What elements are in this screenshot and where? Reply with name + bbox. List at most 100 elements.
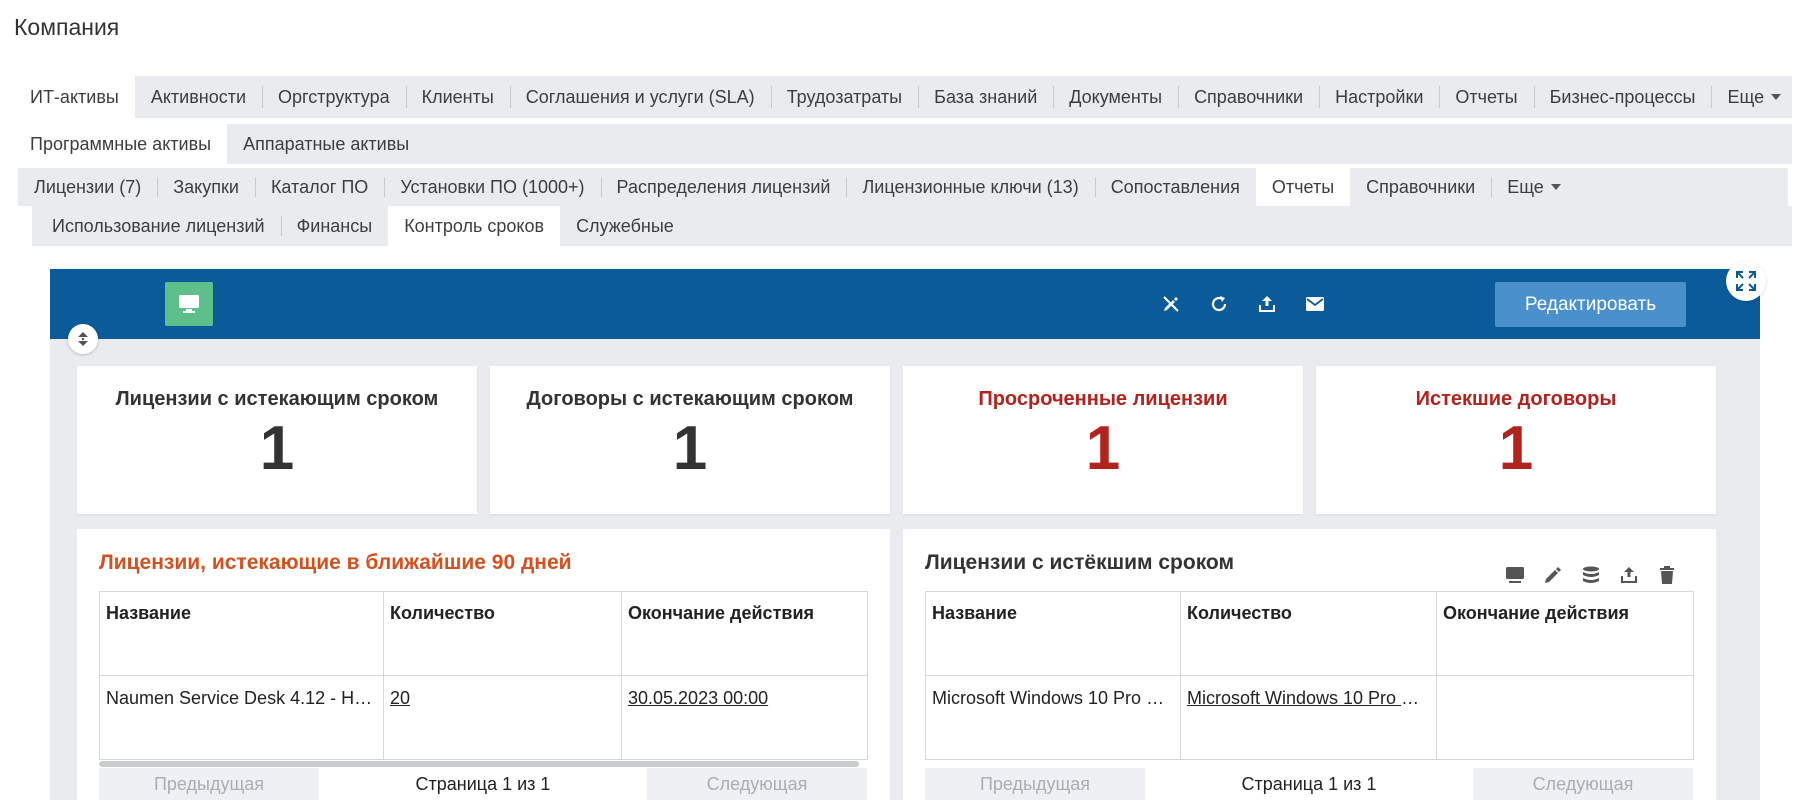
- horizontal-scrollbar[interactable]: [99, 761, 859, 767]
- tab-installations[interactable]: Установки ПО (1000+): [384, 168, 600, 206]
- tab-service[interactable]: Служебные: [560, 206, 690, 246]
- table-cell: Microsoft Windows 10 Pro OEM: [925, 675, 1181, 760]
- column-header[interactable]: Название: [925, 591, 1181, 676]
- kpi-card-expiring-contracts: Договоры с истекающим сроком 1: [490, 366, 890, 514]
- tab-software-catalog[interactable]: Каталог ПО: [254, 168, 384, 206]
- tab-activities[interactable]: Активности: [135, 76, 262, 118]
- tab-label: Справочники: [1194, 86, 1304, 107]
- tab-license-keys[interactable]: Лицензионные ключи (13): [846, 168, 1094, 206]
- tab-label: Клиенты: [421, 86, 494, 107]
- pencil-icon[interactable]: [1541, 563, 1565, 587]
- tab-label: Распределения лицензий: [616, 176, 831, 197]
- mail-icon[interactable]: [1302, 291, 1328, 317]
- tab-license-usage[interactable]: Использование лицензий: [36, 206, 281, 246]
- next-page-button[interactable]: Следующая: [647, 768, 867, 800]
- tab-license-distributions[interactable]: Распределения лицензий: [600, 168, 847, 206]
- tab-label: Лицензионные ключи (13): [862, 176, 1079, 197]
- tab-more[interactable]: Еще: [1711, 76, 1797, 118]
- tab-mappings[interactable]: Сопоставления: [1094, 168, 1256, 206]
- column-header[interactable]: Окончание действия: [621, 591, 868, 676]
- refresh-icon[interactable]: [1206, 291, 1232, 317]
- widget-title: Лицензии с истёкшим сроком: [925, 551, 1235, 574]
- tab-business-processes[interactable]: Бизнес-процессы: [1533, 76, 1712, 118]
- table-row[interactable]: Naumen Service Desk 4.12 - Наименования …: [99, 675, 868, 760]
- reports-panel: Использование лицензий Финансы Контроль …: [32, 206, 1792, 800]
- tab-settings[interactable]: Настройки: [1319, 76, 1439, 118]
- tab-label: База знаний: [934, 86, 1038, 107]
- tab-deadline-control[interactable]: Контроль сроков: [388, 206, 561, 246]
- expired-licenses-table: Название Количество Окончание действия M…: [925, 591, 1694, 760]
- tab-documents[interactable]: Документы: [1053, 76, 1178, 118]
- trash-icon[interactable]: [1655, 563, 1679, 587]
- table-cell: 30.05.2023 00:00: [621, 675, 868, 760]
- tab-directories-sub[interactable]: Справочники: [1350, 168, 1491, 206]
- database-icon[interactable]: [1579, 563, 1603, 587]
- tab-label: Трудозатраты: [786, 86, 903, 107]
- prev-page-button[interactable]: Предыдущая: [99, 768, 319, 800]
- tab-clients[interactable]: Клиенты: [405, 76, 510, 118]
- tab-purchases[interactable]: Закупки: [157, 168, 255, 206]
- software-tabs: Лицензии (7) Закупки Каталог ПО Установк…: [18, 168, 1788, 206]
- tab-label: Программные активы: [30, 133, 212, 154]
- cell-link[interactable]: 20: [390, 688, 410, 708]
- dashboard: Редактировать Лицензии с истекающим срок…: [50, 261, 1766, 800]
- tab-label: Служебные: [576, 215, 674, 236]
- monitor-icon[interactable]: [1503, 563, 1527, 587]
- tab-sla[interactable]: Соглашения и услуги (SLA): [509, 76, 771, 118]
- edit-button[interactable]: Редактировать: [1495, 282, 1686, 327]
- tab-finance[interactable]: Финансы: [280, 206, 389, 246]
- tab-software-assets[interactable]: Программные активы: [14, 124, 228, 164]
- tab-more-sub[interactable]: Еще: [1491, 168, 1577, 206]
- export-icon[interactable]: [1254, 291, 1280, 317]
- tab-reports[interactable]: Отчеты: [1439, 76, 1533, 118]
- kpi-label: Истекшие договоры: [1415, 388, 1617, 410]
- column-header[interactable]: Название: [99, 591, 384, 676]
- page-title: Компания: [14, 14, 120, 40]
- page-info: Страница 1 из 1: [319, 768, 647, 800]
- column-header[interactable]: Окончание действия: [1436, 591, 1694, 676]
- page-info: Страница 1 из 1: [1145, 768, 1473, 800]
- widget-title: Лицензии, истекающие в ближайшие 90 дней: [99, 551, 572, 574]
- tab-label: Еще: [1507, 176, 1544, 197]
- prev-page-button[interactable]: Предыдущая: [925, 768, 1145, 800]
- tab-licenses[interactable]: Лицензии (7): [18, 168, 157, 206]
- kpi-label: Лицензии с истекающим сроком: [115, 388, 439, 410]
- cell-link[interactable]: Microsoft Windows 10 Pro OEM: [1187, 688, 1436, 708]
- table-cell: Microsoft Windows 10 Pro OEM: [1180, 675, 1437, 760]
- table-cell: Naumen Service Desk 4.12 - Наименования: [99, 675, 384, 760]
- tab-label: Настройки: [1335, 86, 1424, 107]
- tab-org-structure[interactable]: Оргструктура: [262, 76, 406, 118]
- tab-label: ИТ-активы: [30, 86, 119, 107]
- tab-label: Соглашения и услуги (SLA): [525, 86, 755, 107]
- tab-labor[interactable]: Трудозатраты: [770, 76, 918, 118]
- kpi-value: 1: [259, 414, 295, 483]
- no-edit-icon[interactable]: [1158, 291, 1184, 317]
- report-tabs: Использование лицензий Финансы Контроль …: [36, 206, 690, 246]
- tab-reports-sub[interactable]: Отчеты: [1255, 168, 1351, 206]
- monitor-button[interactable]: [165, 282, 213, 326]
- export-icon[interactable]: [1617, 563, 1641, 587]
- tab-label: Активности: [150, 86, 247, 107]
- next-page-button[interactable]: Следующая: [1473, 768, 1693, 800]
- cell-link[interactable]: 30.05.2023 00:00: [628, 688, 768, 708]
- tab-directories[interactable]: Справочники: [1178, 76, 1319, 118]
- expiring-licenses-table: Название Количество Окончание действия N…: [99, 591, 868, 760]
- tab-label: Документы: [1069, 86, 1163, 107]
- pagination: Предыдущая Страница 1 из 1 Следующая: [99, 768, 867, 800]
- tab-label: Каталог ПО: [270, 176, 369, 197]
- column-header[interactable]: Количество: [383, 591, 622, 676]
- column-header[interactable]: Количество: [1180, 591, 1437, 676]
- tab-label: Аппаратные активы: [243, 133, 410, 154]
- tab-knowledge-base[interactable]: База знаний: [918, 76, 1053, 118]
- kpi-value: 1: [672, 414, 708, 483]
- dashboard-toolbar: Редактировать: [50, 269, 1760, 339]
- expand-icon[interactable]: [1726, 261, 1766, 301]
- table-row[interactable]: Microsoft Windows 10 Pro OEM Microsoft W…: [925, 675, 1694, 760]
- kpi-card-expiring-licenses: Лицензии с истекающим сроком 1: [77, 366, 477, 514]
- software-assets-panel: Лицензии (7) Закупки Каталог ПО Установк…: [14, 164, 1792, 800]
- dashboard-container: Редактировать Лицензии с истекающим срок…: [32, 246, 1792, 800]
- collapse-toggle-icon[interactable]: [68, 324, 98, 354]
- tab-it-assets[interactable]: ИТ-активы: [14, 76, 135, 118]
- table-header-row: Название Количество Окончание действия: [925, 591, 1694, 676]
- tab-hardware-assets[interactable]: Аппаратные активы: [227, 124, 425, 164]
